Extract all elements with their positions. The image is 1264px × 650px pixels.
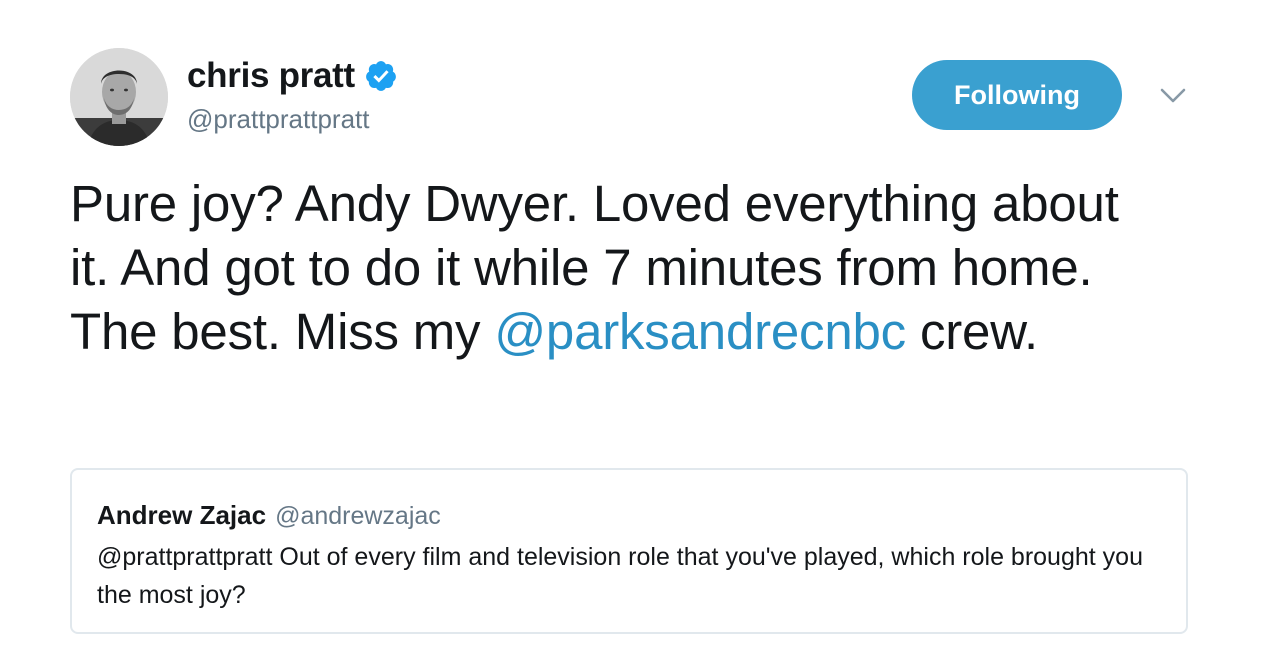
tweet-text: Pure joy? Andy Dwyer. Loved everything a… bbox=[70, 172, 1150, 364]
quoted-tweet-header: Andrew Zajac @andrewzajac bbox=[97, 500, 441, 531]
following-button[interactable]: Following bbox=[912, 60, 1122, 130]
quoted-tweet-text: @prattprattpratt Out of every film and t… bbox=[97, 543, 1143, 609]
tweet-card: chris pratt @prattprattpratt Following P… bbox=[0, 0, 1264, 650]
verified-badge-icon bbox=[364, 59, 398, 93]
avatar-photo-icon bbox=[70, 48, 168, 146]
chevron-down-icon[interactable] bbox=[1158, 84, 1188, 108]
author-avatar[interactable] bbox=[70, 48, 168, 146]
quoted-author-name: Andrew Zajac bbox=[97, 500, 267, 530]
author-display-name[interactable]: chris pratt bbox=[187, 56, 355, 96]
author-name-row: chris pratt bbox=[187, 54, 398, 98]
quoted-tweet[interactable]: Andrew Zajac @andrewzajac @prattprattpra… bbox=[70, 468, 1188, 634]
quoted-author-handle: @andrewzajac bbox=[275, 502, 441, 530]
author-handle[interactable]: @prattprattpratt bbox=[187, 104, 369, 135]
mention-link[interactable]: @parksandrecnbc bbox=[494, 303, 906, 360]
tweet-text-after: crew. bbox=[905, 303, 1038, 360]
